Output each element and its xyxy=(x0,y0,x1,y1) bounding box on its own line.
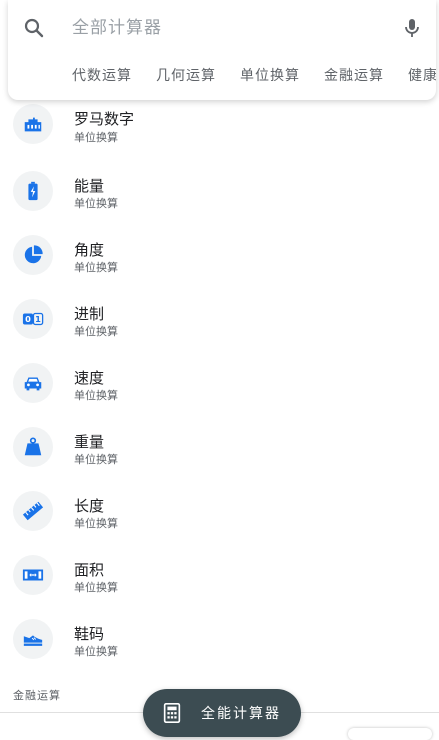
search-card: 全部计算器 代数运算 几何运算 单位换算 金融运算 健康 xyxy=(8,0,436,100)
chip-health[interactable]: 健康 xyxy=(408,62,436,90)
battery-icon xyxy=(13,171,53,211)
car-icon xyxy=(13,363,53,403)
list-item-shoe-size[interactable]: 鞋码 单位换算 xyxy=(0,602,439,666)
calculator-icon xyxy=(163,703,181,723)
chip-finance[interactable]: 金融运算 xyxy=(324,62,384,90)
category-chip-row: 代数运算 几何运算 单位换算 金融运算 健康 xyxy=(72,62,436,90)
list-item-area[interactable]: 面积 单位换算 xyxy=(0,538,439,602)
item-title: 面积 xyxy=(74,561,105,579)
item-title: 角度 xyxy=(74,241,105,259)
list-item-base[interactable]: 0 1 进制 单位换算 xyxy=(0,282,439,346)
svg-text:0: 0 xyxy=(25,314,31,324)
microphone-icon[interactable] xyxy=(400,16,424,40)
item-title: 罗马数字 xyxy=(74,110,135,128)
weight-icon xyxy=(13,427,53,467)
area-icon xyxy=(13,555,53,595)
item-subtitle: 单位换算 xyxy=(74,645,118,658)
item-title: 重量 xyxy=(74,433,105,451)
svg-text:1: 1 xyxy=(35,314,41,324)
partial-card xyxy=(348,728,432,740)
item-title: 鞋码 xyxy=(74,625,105,643)
item-title: 能量 xyxy=(74,177,105,195)
item-title: 速度 xyxy=(74,369,105,387)
list-item-energy[interactable]: 能量 单位换算 xyxy=(0,154,439,218)
chip-geometry[interactable]: 几何运算 xyxy=(156,62,216,90)
list-item-length[interactable]: 长度 单位换算 xyxy=(0,474,439,538)
all-in-one-calculator-button[interactable]: 全能计算器 xyxy=(143,689,301,737)
item-subtitle: 单位换算 xyxy=(74,131,118,144)
list-item-weight[interactable]: 重量 单位换算 xyxy=(0,410,439,474)
chip-unit-conversion[interactable]: 单位换算 xyxy=(240,62,300,90)
list-item-angle[interactable]: 角度 单位换算 xyxy=(0,218,439,282)
pie-angle-icon xyxy=(13,235,53,275)
item-title: 进制 xyxy=(74,305,105,323)
item-subtitle: 单位换算 xyxy=(74,325,118,338)
item-subtitle: 单位换算 xyxy=(74,517,118,530)
shoe-icon xyxy=(13,619,53,659)
search-bar[interactable]: 全部计算器 xyxy=(8,0,436,56)
item-subtitle: 单位换算 xyxy=(74,197,118,210)
search-icon[interactable] xyxy=(22,16,46,40)
item-subtitle: 单位换算 xyxy=(74,261,118,274)
item-title: 长度 xyxy=(74,497,105,515)
chip-algebra[interactable]: 代数运算 xyxy=(72,62,132,90)
roman-numeral-icon xyxy=(13,104,53,144)
search-input[interactable]: 全部计算器 xyxy=(72,14,372,42)
section-heading-finance: 金融运算 xyxy=(13,689,61,702)
fab-label: 全能计算器 xyxy=(201,706,281,722)
item-subtitle: 单位换算 xyxy=(74,389,118,402)
list-item-speed[interactable]: 速度 单位换算 xyxy=(0,346,439,410)
item-subtitle: 单位换算 xyxy=(74,581,118,594)
ruler-icon xyxy=(13,491,53,531)
item-subtitle: 单位换算 xyxy=(74,453,118,466)
binary-icon: 0 1 xyxy=(13,299,53,339)
